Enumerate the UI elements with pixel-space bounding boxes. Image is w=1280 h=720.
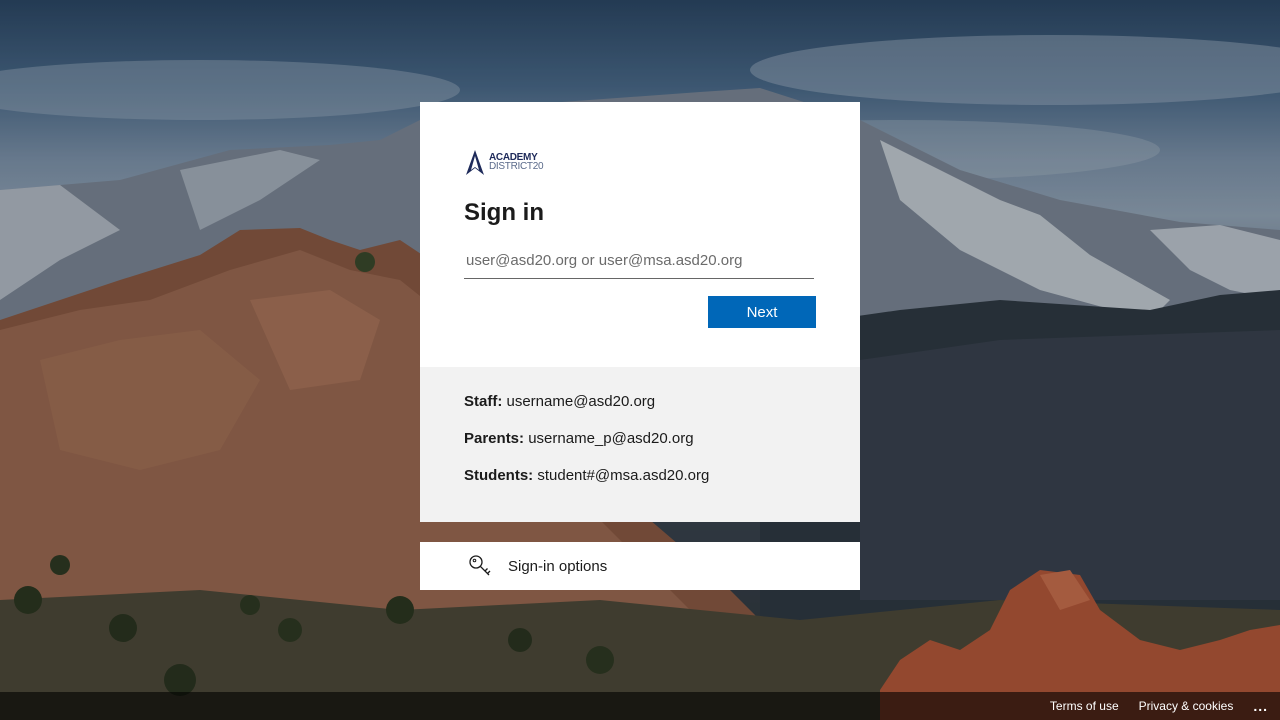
next-row: Next: [464, 296, 816, 328]
staff-value: username@asd20.org: [506, 393, 656, 410]
signin-form: ACADEMY DISTRICT20 Sign in Next: [420, 102, 860, 367]
staff-label: Staff:: [464, 393, 503, 410]
parents-hint: Parents: username_p@asd20.org: [464, 430, 816, 448]
logo-mark-icon: [466, 150, 484, 175]
students-hint: Students: student#@msa.asd20.org: [464, 467, 816, 485]
signin-options-label: Sign-in options: [508, 557, 608, 575]
privacy-link[interactable]: Privacy & cookies: [1139, 699, 1234, 713]
page-title: Sign in: [464, 199, 544, 226]
more-options-button[interactable]: ...: [1253, 698, 1268, 714]
account-hints: Staff: username@asd20.org Parents: usern…: [420, 367, 860, 522]
email-field-wrapper: [464, 243, 814, 279]
next-button[interactable]: Next: [708, 296, 816, 328]
email-field[interactable]: [464, 243, 814, 279]
key-icon: [469, 555, 491, 576]
students-value: student#@msa.asd20.org: [537, 467, 710, 484]
students-label: Students:: [464, 467, 534, 484]
logo-text: ACADEMY DISTRICT20: [489, 153, 544, 172]
district-logo: ACADEMY DISTRICT20: [464, 147, 816, 177]
signin-options-button[interactable]: Sign-in options: [420, 542, 860, 590]
staff-hint: Staff: username@asd20.org: [464, 393, 816, 411]
logo-line2: DISTRICT20: [489, 161, 544, 172]
footer-bar: Terms of use Privacy & cookies ...: [0, 692, 1280, 720]
terms-link[interactable]: Terms of use: [1050, 699, 1119, 713]
parents-value: username_p@asd20.org: [528, 430, 694, 447]
signin-card: ACADEMY DISTRICT20 Sign in Next Staff: u…: [420, 102, 860, 522]
parents-label: Parents:: [464, 430, 525, 447]
